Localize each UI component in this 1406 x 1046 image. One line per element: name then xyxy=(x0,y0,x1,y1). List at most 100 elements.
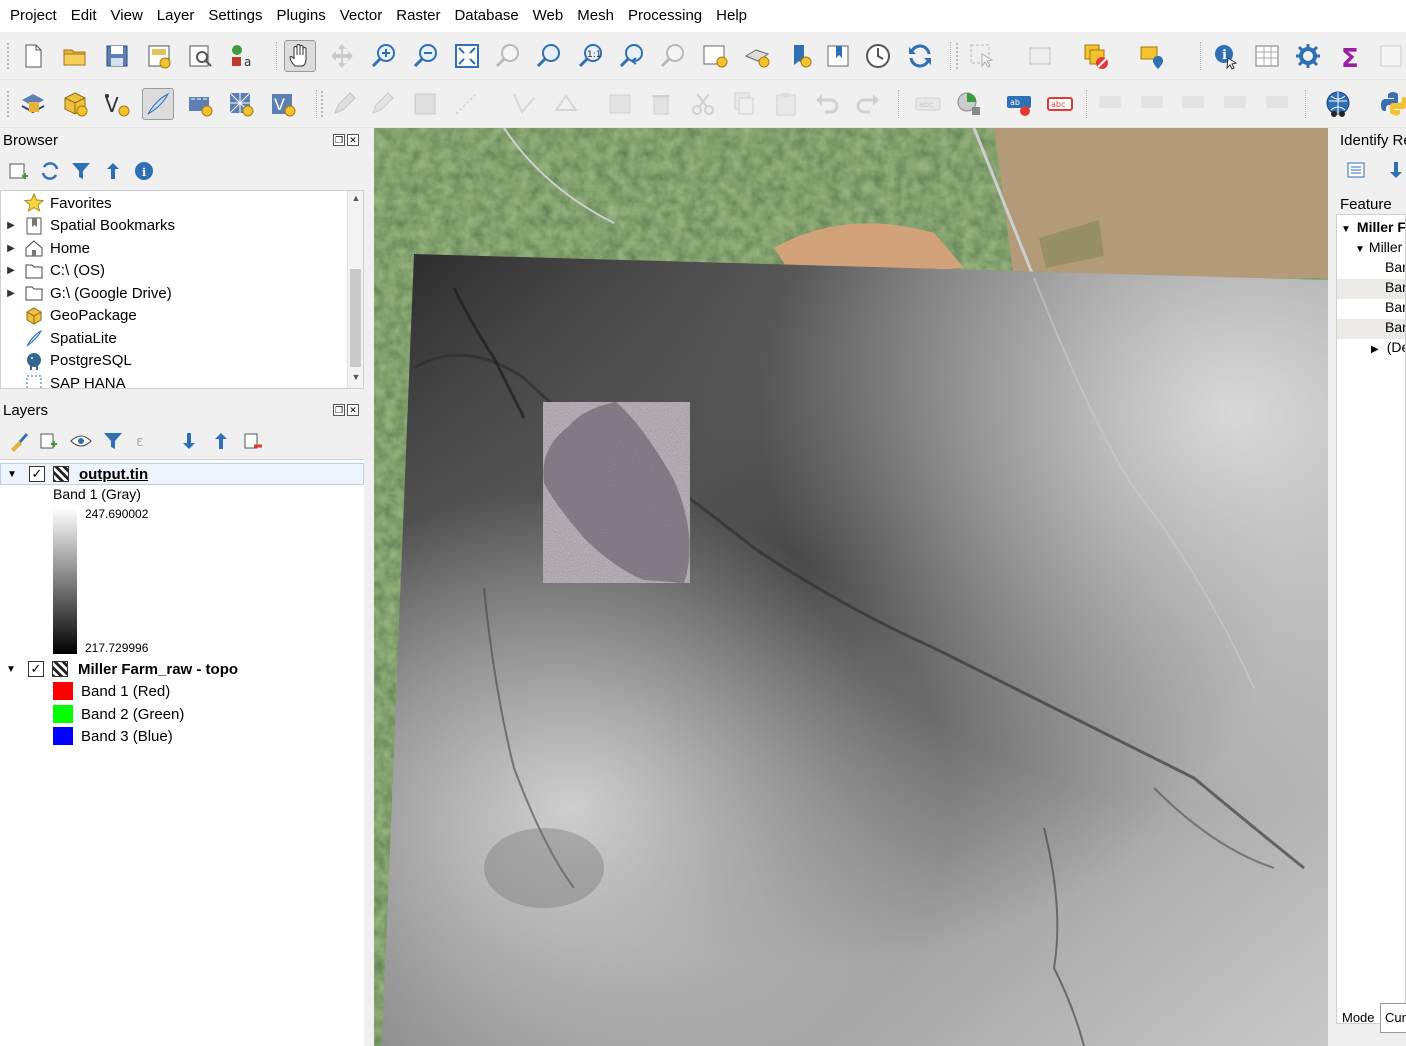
menu-mesh[interactable]: Mesh xyxy=(570,0,621,32)
scrollbar-thumb[interactable] xyxy=(350,269,361,367)
browser-item-g-google-drive[interactable]: ▶ G:\ (Google Drive) xyxy=(1,282,172,304)
zoom-out-icon[interactable] xyxy=(410,40,442,72)
browser-item-c-os[interactable]: ▶ C:\ (OS) xyxy=(1,260,105,282)
close-panel-icon[interactable]: ✕ xyxy=(347,134,359,146)
label-toolbar-icon[interactable]: abc xyxy=(912,88,944,120)
browser-item-postgresql[interactable]: PostgreSQL xyxy=(1,350,132,372)
new-shapefile-icon[interactable]: V xyxy=(101,88,133,120)
expand-arrow-icon[interactable]: ▶ xyxy=(4,220,18,231)
layer-row-output-tin[interactable]: ▼ ✓ output.tin xyxy=(0,463,364,485)
browser-item-geopackage[interactable]: GeoPackage xyxy=(1,305,137,327)
style-manager-icon[interactable]: a xyxy=(226,40,258,72)
menu-raster[interactable]: Raster xyxy=(389,0,447,32)
identify-results-tree[interactable]: ▼Miller F ▼Miller Bar Bar Bar Bar ▶(De xyxy=(1336,214,1406,1024)
new-temporary-layer-icon[interactable]: V xyxy=(267,88,299,120)
vertex-tool-icon[interactable] xyxy=(508,88,540,120)
menu-web[interactable]: Web xyxy=(526,0,571,32)
result-row[interactable]: Bar xyxy=(1337,319,1405,339)
add-selected-layer-icon[interactable] xyxy=(8,160,30,182)
result-row[interactable]: Bar xyxy=(1337,279,1405,299)
zoom-native-icon[interactable]: 1:1 xyxy=(575,40,607,72)
result-row[interactable]: ▼ Miller F xyxy=(1337,219,1405,239)
diagram-options-icon[interactable] xyxy=(953,88,985,120)
current-edits-icon[interactable] xyxy=(366,88,398,120)
select-location-icon[interactable] xyxy=(1136,40,1168,72)
menu-help[interactable]: Help xyxy=(709,0,754,32)
new-geopackage-icon[interactable] xyxy=(59,88,91,120)
show-hide-labels-icon[interactable] xyxy=(1137,88,1169,120)
show-bookmarks-icon[interactable] xyxy=(822,40,854,72)
open-project-icon[interactable] xyxy=(59,40,91,72)
menu-database[interactable]: Database xyxy=(447,0,525,32)
filter-browser-icon[interactable] xyxy=(70,160,92,182)
pan-icon[interactable] xyxy=(284,40,316,72)
copy-features-icon[interactable] xyxy=(728,88,760,120)
layer-name[interactable]: output.tin xyxy=(79,466,148,483)
browser-scrollbar[interactable]: ▲ ▼ xyxy=(347,191,363,388)
style-panel-icon[interactable] xyxy=(8,430,30,452)
float-panel-icon[interactable]: ❐ xyxy=(333,134,345,146)
toolbar-grip[interactable] xyxy=(6,42,10,70)
attribute-table-icon[interactable] xyxy=(1251,40,1283,72)
browser-item-home[interactable]: ▶ Home xyxy=(1,237,90,259)
pin-labels-icon[interactable] xyxy=(1095,88,1127,120)
pan-to-selection-icon[interactable] xyxy=(326,40,358,72)
python-console-icon[interactable] xyxy=(1378,88,1406,120)
browser-item-sap-hana[interactable]: SAP HANA xyxy=(1,372,126,388)
filter-expression-icon[interactable]: ε xyxy=(134,430,156,452)
refresh-browser-icon[interactable] xyxy=(39,160,61,182)
identify-icon[interactable]: i xyxy=(1210,40,1242,72)
new-print-layout-icon[interactable] xyxy=(143,40,175,72)
expand-all-icon[interactable] xyxy=(1386,160,1406,180)
expand-tree-icon[interactable] xyxy=(1346,160,1368,180)
mode-select[interactable]: Cur xyxy=(1380,1003,1406,1033)
modify-attributes-icon[interactable] xyxy=(550,88,582,120)
add-group-icon[interactable] xyxy=(38,430,60,452)
zoom-last-icon[interactable] xyxy=(616,40,648,72)
new-project-icon[interactable] xyxy=(17,40,49,72)
collapse-all-icon[interactable] xyxy=(102,160,124,182)
layer-name[interactable]: Miller Farm_raw - topo xyxy=(78,661,238,678)
new-mesh-icon[interactable] xyxy=(225,88,257,120)
browser-item-spatial-bookmarks[interactable]: ▶ Spatial Bookmarks xyxy=(1,215,175,237)
float-panel-icon[interactable]: ❐ xyxy=(333,404,345,416)
statistics-icon[interactable]: Σ xyxy=(1334,40,1366,72)
zoom-in-icon[interactable] xyxy=(368,40,400,72)
select-features-icon[interactable] xyxy=(966,40,998,72)
data-source-manager-icon[interactable] xyxy=(17,88,49,120)
zoom-to-selection-icon[interactable] xyxy=(492,40,524,72)
move-label-icon[interactable] xyxy=(1178,88,1210,120)
label-highlight-icon[interactable]: abc xyxy=(1044,88,1076,120)
new-bookmark-icon[interactable] xyxy=(784,40,816,72)
temporal-controller-icon[interactable] xyxy=(862,40,894,72)
paste-features-icon[interactable] xyxy=(770,88,802,120)
layers-tree[interactable]: ▼ ✓ output.tin Band 1 (Gray) 247.690002 … xyxy=(0,459,364,1046)
browser-item-favorites[interactable]: Favorites xyxy=(1,192,112,214)
save-project-icon[interactable] xyxy=(101,40,133,72)
zoom-to-layer-icon[interactable] xyxy=(533,40,565,72)
select-by-value-icon[interactable] xyxy=(1024,40,1056,72)
collapse-all-icon[interactable] xyxy=(210,430,232,452)
browser-tree[interactable]: ▲ ▼ Favorites ▶ Spatial Bookmarks ▶ Home ▶ C:\… xyxy=(0,190,364,389)
menu-plugins[interactable]: Plugins xyxy=(270,0,333,32)
filter-legend-icon[interactable] xyxy=(102,430,124,452)
remove-layer-icon[interactable] xyxy=(242,430,264,452)
expand-arrow-icon[interactable]: ▶ xyxy=(4,288,18,299)
digitize-line-icon[interactable] xyxy=(450,88,482,120)
expand-all-icon[interactable] xyxy=(178,430,200,452)
toolbox-icon[interactable] xyxy=(1292,40,1324,72)
expand-arrow-icon[interactable]: ▶ xyxy=(4,265,18,276)
zoom-full-icon[interactable] xyxy=(451,40,483,72)
layout-manager-icon[interactable] xyxy=(184,40,216,72)
globe-plugin-icon[interactable] xyxy=(1322,88,1354,120)
cut-features-icon[interactable] xyxy=(687,88,719,120)
layer-visibility-checkbox[interactable]: ✓ xyxy=(29,466,45,482)
edit-attributes-icon[interactable] xyxy=(604,88,636,120)
info-icon[interactable]: i xyxy=(133,160,155,182)
dock-splitter[interactable] xyxy=(365,128,374,1046)
change-label-icon[interactable] xyxy=(1262,88,1294,120)
result-row[interactable]: Bar xyxy=(1337,299,1405,319)
menu-layer[interactable]: Layer xyxy=(150,0,202,32)
toggle-editing-icon[interactable] xyxy=(328,88,360,120)
result-row[interactable]: ▼ Miller xyxy=(1337,239,1405,259)
